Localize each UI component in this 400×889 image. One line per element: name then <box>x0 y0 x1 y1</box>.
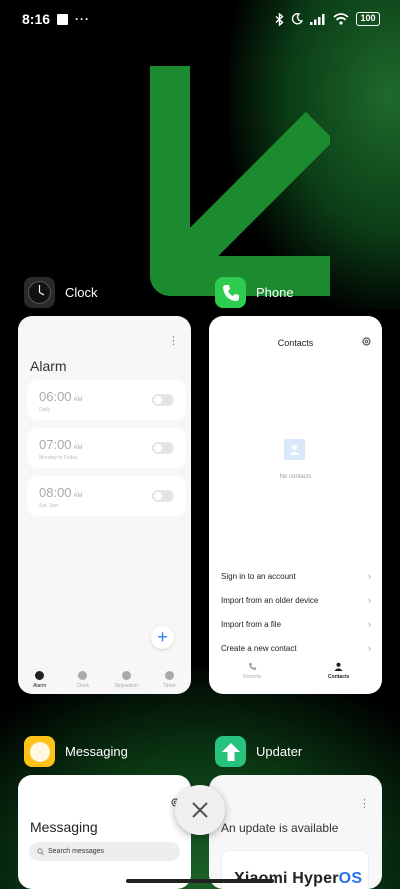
app-name-clock: Clock <box>65 285 98 300</box>
signal-icon <box>310 14 325 25</box>
alarm-item: 08:00 AM Sat, Sun <box>27 476 186 516</box>
recent-card-phone[interactable]: Contacts No contacts Sign in to an accou… <box>209 316 382 694</box>
alarm-toggle <box>152 394 174 406</box>
tab-stopwatch: Stopwatch <box>106 671 146 689</box>
import-old-device-action: Import from an older device › <box>221 593 371 607</box>
empty-contacts-icon <box>284 439 305 460</box>
phone-icon <box>248 662 256 671</box>
app-name-updater: Updater <box>256 744 303 759</box>
app-header-messaging[interactable]: Messaging <box>24 736 128 767</box>
action-label: Import from a file <box>221 619 282 629</box>
app-header-phone[interactable]: Phone <box>215 277 294 308</box>
alarm-toggle <box>152 442 174 454</box>
chevron-right-icon: › <box>368 595 371 605</box>
app-name-phone: Phone <box>256 285 294 300</box>
alarm-repeat: Sat, Sun <box>39 503 59 509</box>
tab-label: Timer <box>163 683 176 689</box>
recent-card-messaging[interactable]: Messaging Search messages <box>18 775 191 889</box>
action-label: Sign in to an account <box>221 571 296 581</box>
hourglass-icon <box>164 671 174 680</box>
alarm-title: Alarm <box>30 358 67 374</box>
more-icon: ⋮ <box>359 798 370 810</box>
alarm-repeat: Monday to Friday <box>39 455 78 461</box>
tab-label: Clock <box>76 683 90 689</box>
search-placeholder: Search messages <box>48 848 105 855</box>
wifi-icon <box>333 13 349 25</box>
close-icon <box>192 802 208 818</box>
tab-contacts: Contacts <box>309 662 369 680</box>
clock-app-icon <box>24 277 55 308</box>
tab-timer: Timer <box>149 671 189 689</box>
gear-icon <box>362 337 371 346</box>
status-time: 8:16 <box>22 11 51 27</box>
search-field: Search messages <box>29 842 180 861</box>
person-icon <box>334 662 343 671</box>
alarm-item: 07:00 AM Monday to Friday <box>27 428 186 468</box>
alarm-ampm: AM <box>73 445 83 451</box>
tab-label: Recents <box>243 674 262 680</box>
phone-app-icon <box>215 277 246 308</box>
create-contact-action: Create a new contact › <box>221 641 371 655</box>
app-header-updater[interactable]: Updater <box>215 736 302 767</box>
import-file-action: Import from a file › <box>221 617 371 631</box>
tab-recents: Recents <box>222 662 282 680</box>
add-alarm-button: + <box>151 626 174 649</box>
more-icon: ⋮ <box>168 335 179 347</box>
notification-square-icon <box>57 13 69 25</box>
alarm-time: 06:00 <box>39 389 72 404</box>
recent-card-clock[interactable]: ⋮ Alarm 06:00 AM Daily 07:00 AM Monday to … <box>18 316 191 694</box>
alarm-time: 07:00 <box>39 437 72 452</box>
stopwatch-icon <box>121 671 131 680</box>
contacts-title: Contacts <box>277 338 314 348</box>
alarm-item: 06:00 AM Daily <box>27 380 186 420</box>
app-name-messaging: Messaging <box>65 744 128 759</box>
more-notifications-icon: ··· <box>75 12 91 26</box>
update-title: An update is available <box>221 821 339 835</box>
clock-tab-bar: Alarm Clock Stopwatch Timer <box>18 671 191 689</box>
sign-in-action: Sign in to an account › <box>221 569 371 583</box>
tab-clock: Clock <box>63 671 103 689</box>
status-bar: 8:16 ··· 100 <box>0 0 400 38</box>
alarm-ampm: AM <box>73 397 83 403</box>
action-label: Create a new contact <box>221 643 297 653</box>
clock-icon <box>78 671 88 680</box>
chevron-right-icon: › <box>368 619 371 629</box>
messaging-title: Messaging <box>30 819 98 835</box>
bluetooth-icon <box>275 12 284 26</box>
chevron-right-icon: › <box>368 571 371 581</box>
clear-all-button[interactable] <box>175 785 225 835</box>
alarm-time: 08:00 <box>39 485 72 500</box>
tab-label: Alarm <box>33 683 47 689</box>
updater-app-icon <box>215 736 246 767</box>
home-indicator[interactable] <box>126 879 274 883</box>
search-icon <box>37 848 44 855</box>
app-header-clock[interactable]: Clock <box>24 277 98 308</box>
tab-alarm: Alarm <box>20 671 60 689</box>
action-label: Import from an older device <box>221 595 319 605</box>
tab-label: Stopwatch <box>114 683 138 689</box>
tab-label: Contacts <box>328 674 350 680</box>
empty-contacts-text: No contacts <box>279 474 312 480</box>
messaging-app-icon <box>24 736 55 767</box>
alarm-repeat: Daily <box>39 407 51 413</box>
chevron-right-icon: › <box>368 643 371 653</box>
battery-icon: 100 <box>356 12 380 26</box>
alarm-icon <box>35 671 45 680</box>
alarm-toggle <box>152 490 174 502</box>
phone-tab-bar: Recents Contacts <box>209 662 382 680</box>
wallpaper-arrow-graphic <box>150 66 330 296</box>
alarm-ampm: AM <box>73 493 83 499</box>
brand-os-text: OS <box>338 870 363 887</box>
moon-icon <box>291 13 303 25</box>
